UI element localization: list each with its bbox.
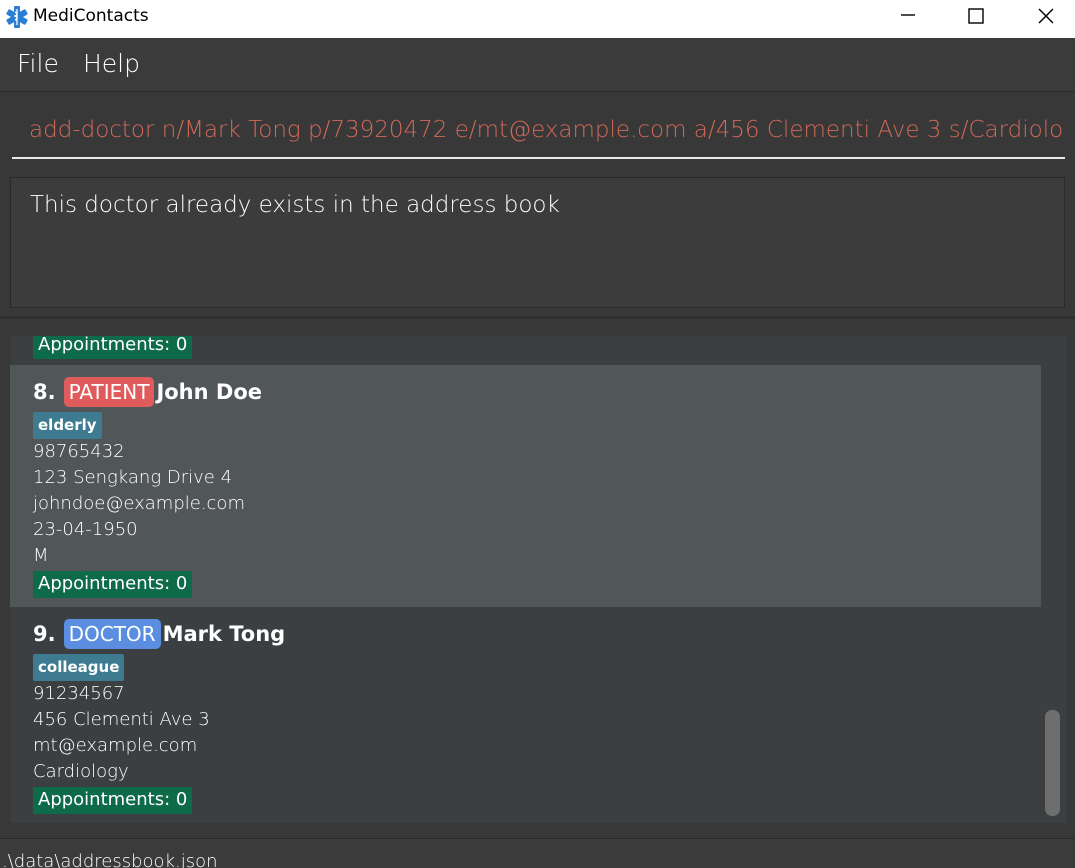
- address: 123 Sengkang Drive 4: [33, 467, 233, 488]
- tag: colleague: [33, 654, 125, 681]
- window-title: MediContacts: [33, 6, 149, 26]
- save-file-path: .\data\addressbook.json: [2, 851, 218, 868]
- status-bar: .\data\addressbook.json: [0, 838, 1075, 868]
- menu-bar: File Help: [0, 38, 1075, 92]
- appointments-badge: Appointments: 0: [33, 571, 193, 598]
- close-icon: [1038, 8, 1054, 24]
- list-item[interactable]: 9. DOCTOR Mark Tong colleague 91234567 4…: [10, 607, 1041, 823]
- gender: M: [33, 545, 49, 566]
- phone: 91234567: [33, 683, 125, 704]
- list-item[interactable]: Appointments: 0: [10, 336, 1041, 365]
- card-index: 8.: [33, 380, 56, 404]
- email: mt@example.com: [33, 735, 198, 756]
- appointments-badge: Appointments: 0: [33, 787, 193, 814]
- card-header: 9. DOCTOR Mark Tong: [33, 616, 285, 652]
- app-window: MediContacts File Help This doctor alrea…: [0, 0, 1075, 868]
- result-display: This doctor already exists in the addres…: [10, 177, 1065, 308]
- title-bar: MediContacts: [0, 0, 1075, 38]
- scrollbar-thumb[interactable]: [1045, 710, 1060, 816]
- section-divider: [0, 316, 1075, 319]
- maximize-icon: [968, 8, 984, 24]
- medical-star-icon: [6, 6, 28, 28]
- card-header: 8. PATIENT John Doe: [33, 374, 262, 410]
- phone: 98765432: [33, 441, 125, 462]
- command-input[interactable]: [12, 103, 1065, 159]
- minimize-button[interactable]: [878, 0, 938, 32]
- card-name: John Doe: [156, 380, 262, 404]
- email: johndoe@example.com: [33, 493, 245, 514]
- tag: elderly: [33, 412, 102, 439]
- minimize-icon: [901, 14, 915, 16]
- close-button[interactable]: [1016, 0, 1075, 32]
- card-name: Mark Tong: [162, 622, 286, 646]
- role-badge: DOCTOR: [63, 619, 161, 649]
- specialty: Cardiology: [33, 761, 129, 782]
- list-item[interactable]: 8. PATIENT John Doe elderly 98765432 123…: [10, 365, 1041, 607]
- command-box: [0, 93, 1075, 169]
- maximize-button[interactable]: [946, 0, 1006, 32]
- card-index: 9.: [33, 622, 56, 646]
- appointments-badge: Appointments: 0: [33, 336, 193, 359]
- person-list[interactable]: Appointments: 0 8. PATIENT John Doe elde…: [10, 336, 1041, 823]
- role-badge: PATIENT: [63, 377, 155, 407]
- menu-help[interactable]: Help: [83, 49, 140, 78]
- date-of-birth: 23-04-1950: [33, 519, 138, 540]
- address: 456 Clementi Ave 3: [33, 709, 210, 730]
- menu-file[interactable]: File: [17, 49, 59, 78]
- result-message: This doctor already exists in the addres…: [30, 192, 560, 218]
